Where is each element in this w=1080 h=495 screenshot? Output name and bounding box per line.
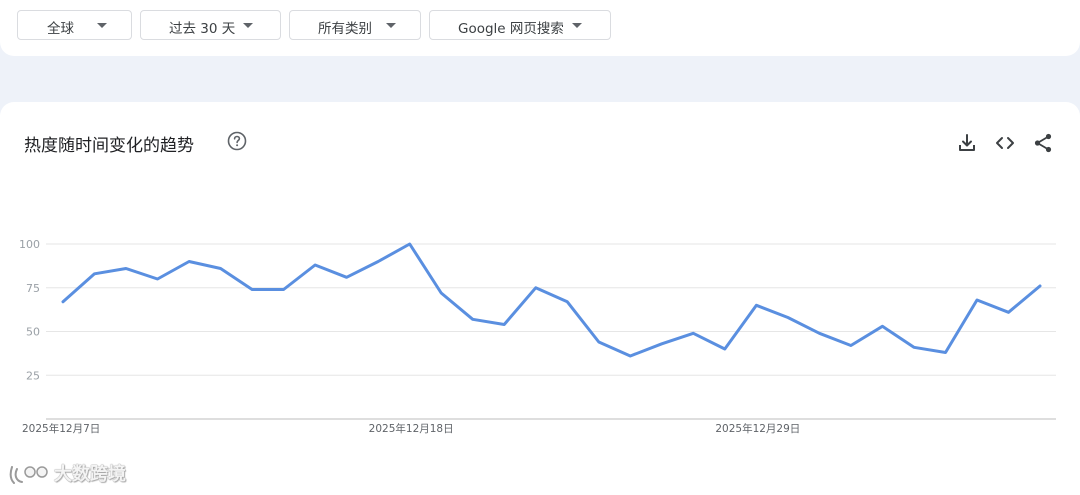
data-point[interactable] <box>750 299 762 311</box>
data-point[interactable] <box>341 271 353 283</box>
data-point[interactable] <box>593 336 605 348</box>
data-point[interactable] <box>939 347 951 359</box>
data-point[interactable] <box>687 327 699 339</box>
data-point[interactable] <box>309 259 321 271</box>
data-point[interactable] <box>719 343 731 355</box>
data-point[interactable] <box>89 268 101 280</box>
data-point[interactable] <box>152 273 164 285</box>
data-point[interactable] <box>1034 280 1046 292</box>
data-point[interactable] <box>246 284 258 296</box>
data-point[interactable] <box>278 284 290 296</box>
data-point[interactable] <box>656 338 668 350</box>
data-point[interactable] <box>183 256 195 268</box>
x-axis-ticks: 2025年12月7日 2025年12月18日 2025年12月29日 <box>22 422 800 435</box>
watermark: 大数跨境 <box>8 460 126 490</box>
data-point[interactable] <box>813 327 825 339</box>
data-point[interactable] <box>971 294 983 306</box>
data-point[interactable] <box>57 296 69 308</box>
x-tick-label: 2025年12月18日 <box>369 422 454 435</box>
data-point[interactable] <box>561 296 573 308</box>
y-axis-ticks: 100 75 50 25 <box>19 238 40 382</box>
y-tick-label: 100 <box>19 238 40 251</box>
data-point[interactable] <box>624 350 636 362</box>
watermark-text: 大数跨境 <box>54 464 126 485</box>
data-point[interactable] <box>530 282 542 294</box>
data-point[interactable] <box>876 320 888 332</box>
data-point[interactable] <box>908 341 920 353</box>
data-point[interactable] <box>435 287 447 299</box>
series-line <box>61 242 1042 358</box>
data-point[interactable] <box>372 256 384 268</box>
y-tick-label: 50 <box>26 326 40 339</box>
y-tick-label: 25 <box>26 369 40 382</box>
chart-series <box>57 238 1046 362</box>
data-point[interactable] <box>120 263 132 275</box>
data-point[interactable] <box>498 319 510 331</box>
data-point[interactable] <box>215 263 227 275</box>
data-point[interactable] <box>467 313 479 325</box>
trend-line-chart: 100 75 50 25 2025年12月7日 2025年12月18日 2025年12月2… <box>19 238 1056 435</box>
x-tick-label: 2025年12月29日 <box>715 422 800 435</box>
chart-grid <box>46 243 1056 420</box>
y-tick-label: 75 <box>26 282 40 295</box>
data-point[interactable] <box>845 340 857 352</box>
data-point[interactable] <box>1002 306 1014 318</box>
x-tick-label: 2025年12月7日 <box>22 422 100 435</box>
brand-logo-icon <box>9 466 48 484</box>
data-point[interactable] <box>404 238 416 250</box>
data-point[interactable] <box>782 312 794 324</box>
